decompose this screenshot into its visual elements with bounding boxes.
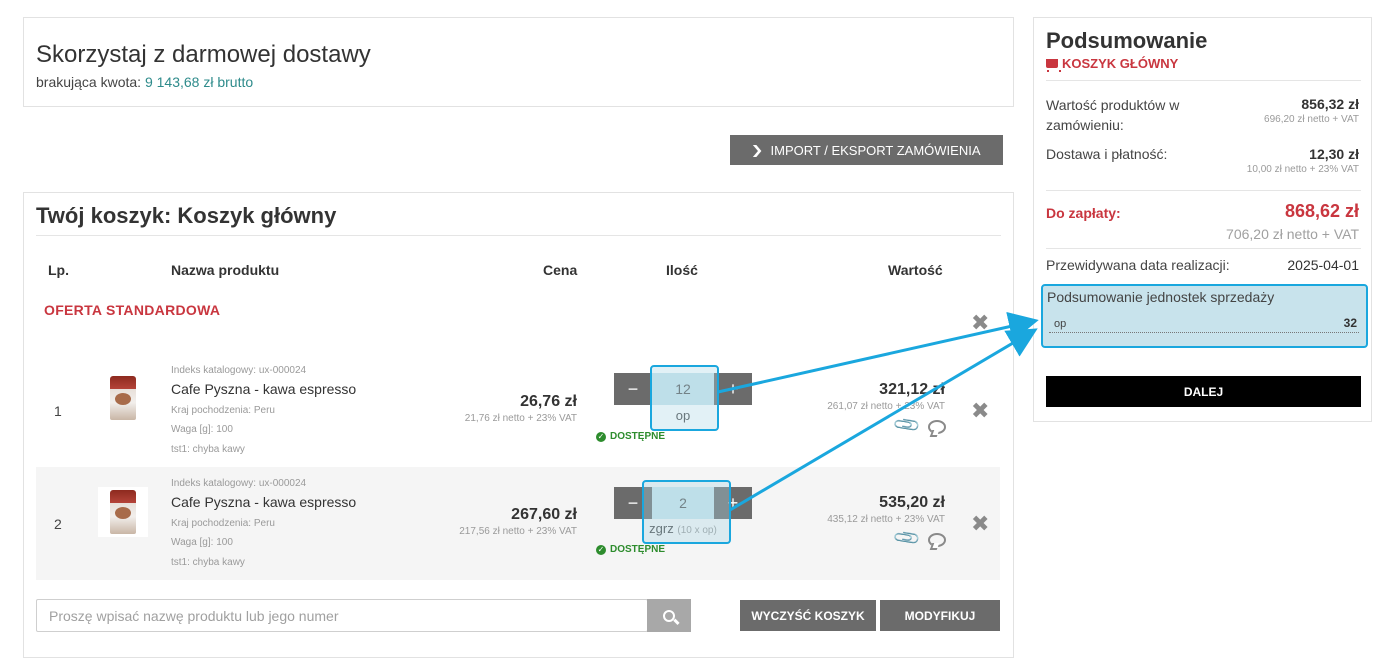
qty-minus-button[interactable]: − (614, 373, 652, 405)
divider (1046, 190, 1361, 191)
summary-panel: Podsumowanie KOSZYK GŁÓWNY Wartość produ… (1033, 17, 1372, 422)
availability-label: DOSTĘPNE (610, 544, 666, 555)
date-value: 2025-04-01 (1287, 257, 1359, 273)
units-value: 32 (1343, 316, 1357, 330)
units-title: Podsumowanie jednostek sprzedaży (1047, 289, 1275, 305)
units-summary-box: Podsumowanie jednostek sprzedaży op 32 (1041, 284, 1368, 348)
paperclip-icon[interactable]: 📎 (892, 410, 923, 440)
row-value-net: 435,12 zł netto + 23% VAT (827, 514, 945, 525)
header-price: Cena (543, 262, 578, 278)
divider (1046, 248, 1361, 249)
summary-cart-name: KOSZYK GŁÓWNY (1046, 56, 1179, 72)
clear-cart-button[interactable]: WYCZYŚĆ KOSZYK (740, 600, 876, 631)
divider (36, 235, 1001, 236)
check-circle-icon: ✓ (596, 544, 606, 555)
row-value: 535,20 zł (879, 494, 945, 511)
delivery-label: Dostawa i płatność: (1046, 146, 1168, 162)
availability-badge: ✓ DOSTĘPNE (596, 544, 665, 555)
offer-label: OFERTA STANDARDOWA (44, 302, 221, 318)
remove-item-icon[interactable]: ✖ (971, 400, 989, 422)
row-lp: 2 (54, 516, 62, 532)
catalog-index: Indeks katalogowy: ux-000024 (171, 365, 307, 376)
products-value: 856,32 zł (1301, 96, 1359, 112)
header-lp: Lp. (48, 262, 69, 278)
qty-highlight (642, 480, 731, 544)
remove-item-icon[interactable]: ✖ (971, 513, 989, 535)
availability-badge: ✓ DOSTĘPNE (596, 431, 665, 442)
unit-price-net: 217,56 zł netto + 23% VAT (459, 526, 577, 537)
next-button[interactable]: DALEJ (1046, 376, 1361, 407)
delivery-value: 12,30 zł (1309, 146, 1359, 162)
check-circle-icon: ✓ (596, 431, 606, 442)
product-tst: tst1: chyba kawy (171, 444, 245, 455)
import-export-label: IMPORT / EKSPORT ZAMÓWIENIA (770, 142, 981, 158)
comment-icon[interactable] (928, 420, 946, 434)
units-name: op (1054, 318, 1067, 330)
header-name: Nazwa produktu (171, 262, 280, 278)
delivery-net: 10,00 zł netto + 23% VAT (1246, 164, 1359, 175)
qty-highlight (650, 365, 719, 431)
units-row: op 32 (1049, 316, 1359, 333)
search-icon (663, 609, 675, 622)
unit-price: 26,76 zł (520, 393, 577, 410)
product-name-link[interactable]: Cafe Pyszna - kawa espresso (171, 381, 356, 397)
catalog-index: Indeks katalogowy: ux-000024 (171, 478, 307, 489)
product-name-link[interactable]: Cafe Pyszna - kawa espresso (171, 494, 356, 510)
import-export-button[interactable]: ❯ IMPORT / EKSPORT ZAMÓWIENIA (730, 135, 1003, 165)
product-weight: Waga [g]: 100 (171, 424, 233, 435)
product-tst: tst1: chyba kawy (171, 557, 245, 568)
header-qty: Ilość (666, 262, 698, 278)
comment-icon[interactable] (928, 533, 946, 547)
date-label: Przewidywana data realizacji: (1046, 257, 1230, 273)
row-value: 321,12 zł (879, 381, 945, 398)
pay-label: Do zapłaty: (1046, 205, 1121, 221)
divider (1046, 80, 1361, 81)
cart-icon (1046, 59, 1061, 72)
header-value: Wartość (888, 262, 943, 278)
summary-title: Podsumowanie (1046, 28, 1208, 53)
product-origin: Kraj pochodzenia: Peru (171, 518, 275, 529)
product-weight: Waga [g]: 100 (171, 537, 233, 548)
product-image[interactable] (98, 373, 148, 423)
product-image[interactable] (98, 487, 148, 537)
cart-name-label: KOSZYK GŁÓWNY (1062, 56, 1179, 71)
missing-amount: 9 143,68 zł brutto (144, 74, 254, 90)
cart-title: Twój koszyk: Koszyk główny (36, 203, 337, 228)
remove-offer-icon[interactable]: ✖ (971, 312, 989, 334)
qty-plus-button[interactable]: + (714, 373, 752, 405)
cart-panel: Twój koszyk: Koszyk główny Lp. Nazwa pro… (23, 192, 1014, 658)
unit-price-net: 21,76 zł netto + 23% VAT (464, 413, 577, 424)
products-label: Wartość produktów w zamówieniu: (1046, 97, 1180, 133)
product-search-input[interactable] (36, 599, 648, 632)
chevron-down-icon: ❯ (750, 143, 765, 157)
product-origin: Kraj pochodzenia: Peru (171, 405, 275, 416)
row-lp: 1 (54, 403, 62, 419)
products-net: 696,20 zł netto + VAT (1264, 114, 1359, 125)
modify-button[interactable]: MODYFIKUJ (880, 600, 1000, 631)
missing-label: brakująca kwota: (36, 74, 142, 90)
pay-net: 706,20 zł netto + VAT (1226, 226, 1359, 242)
free-delivery-title: Skorzystaj z darmowej dostawy (36, 41, 371, 68)
pay-value: 868,62 zł (1284, 201, 1359, 221)
free-delivery-missing: brakująca kwota: 9 143,68 zł brutto (36, 74, 253, 90)
free-delivery-panel: Skorzystaj z darmowej dostawy brakująca … (23, 17, 1014, 107)
availability-label: DOSTĘPNE (610, 431, 666, 442)
unit-price: 267,60 zł (511, 506, 577, 523)
row-value-net: 261,07 zł netto + 23% VAT (827, 401, 945, 412)
search-button[interactable] (647, 599, 691, 632)
